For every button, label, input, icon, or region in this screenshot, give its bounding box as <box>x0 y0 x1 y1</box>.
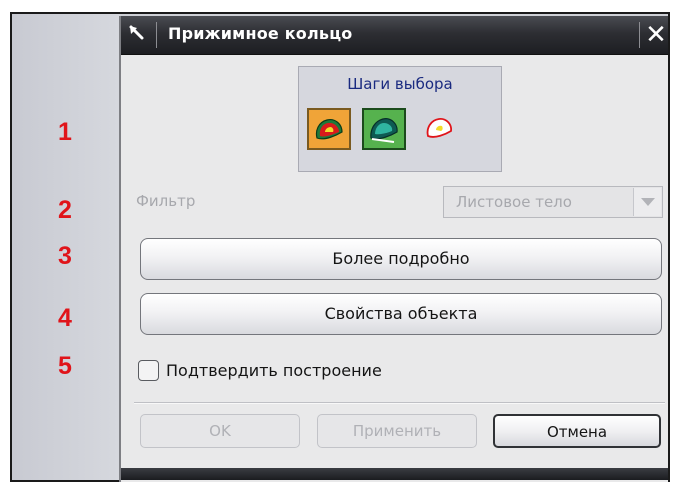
annotation-number-3: 3 <box>58 242 72 270</box>
ok-button[interactable]: OK <box>140 414 300 448</box>
sheet-outline-icon <box>426 118 452 138</box>
dialog-title: Прижимное кольцо <box>168 24 353 43</box>
selection-steps-label: Шаги выбора <box>347 75 453 93</box>
more-details-button[interactable]: Более подробно <box>140 238 662 280</box>
close-icon[interactable]: ✕ <box>644 19 668 51</box>
confirm-build-checkbox[interactable] <box>138 360 159 381</box>
step-sheet-outline-button[interactable] <box>417 108 461 150</box>
selection-steps-panel: Шаги выбора <box>298 66 502 172</box>
confirm-build-label[interactable]: Подтвердить построение <box>166 361 382 380</box>
sheet-body-icon <box>315 119 343 140</box>
filter-dropdown[interactable]: Листовое тело <box>443 186 663 218</box>
object-properties-button[interactable]: Свойства объекта <box>140 293 662 335</box>
sheet-body-green-icon <box>370 118 398 143</box>
clamp-ring-dialog: Прижимное кольцо ✕ Шаги выбора Фильтр Ли… <box>119 16 668 482</box>
annotation-number-1: 1 <box>58 118 72 146</box>
close-separator <box>639 22 640 48</box>
pin-icon[interactable] <box>127 24 151 46</box>
filter-dropdown-arrow[interactable] <box>633 188 661 216</box>
action-divider-highlight <box>134 403 665 404</box>
dialog-bottom-bar <box>121 468 668 480</box>
chevron-down-icon <box>641 198 655 206</box>
filter-label: Фильтр <box>136 192 196 210</box>
title-separator <box>156 22 157 48</box>
annotation-number-4: 4 <box>58 304 72 332</box>
dialog-title-bar[interactable]: Прижимное кольцо ✕ <box>121 16 668 55</box>
annotation-number-2: 2 <box>58 196 72 224</box>
apply-button[interactable]: Применить <box>317 414 477 448</box>
step-sheet-body-green-button[interactable] <box>362 108 406 150</box>
cancel-button[interactable]: Отмена <box>493 414 661 448</box>
step-sheet-body-button[interactable] <box>307 108 351 150</box>
annotation-number-5: 5 <box>58 352 72 380</box>
filter-value: Листовое тело <box>456 193 572 211</box>
